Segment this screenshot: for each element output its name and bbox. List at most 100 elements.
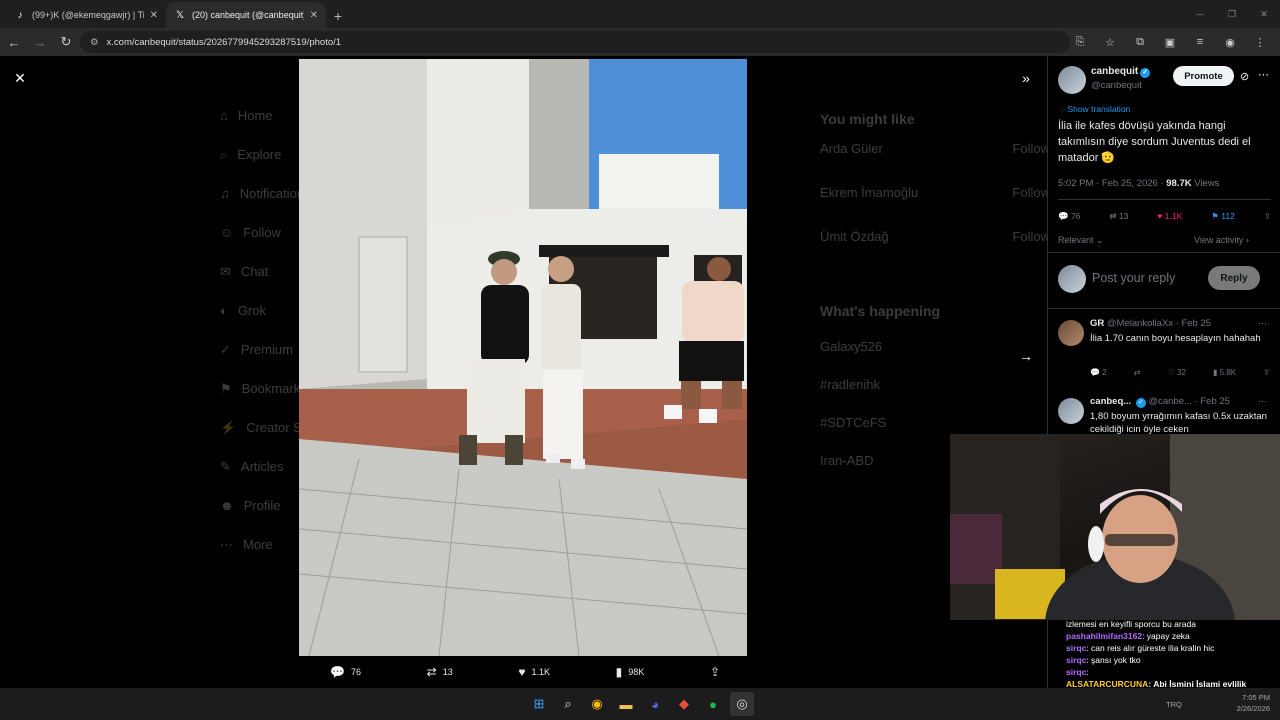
more-options-icon[interactable]: ⋯ [1258, 396, 1267, 407]
close-tab-icon[interactable]: ✕ [150, 10, 158, 21]
reply-stat[interactable]: 💬 2 [1090, 368, 1107, 377]
folder-icon[interactable]: ▬ [614, 692, 638, 716]
promote-button[interactable]: Promote [1173, 66, 1234, 86]
avatar[interactable] [1058, 320, 1084, 346]
repost-stat[interactable]: ⇄ 13 [1109, 211, 1128, 222]
tab-canbequit[interactable]: 𝕏 (20) canbequit (@canbequit) / X ✕ [166, 2, 326, 28]
address-bar[interactable]: ⚙ x.com/canbequit/status/202677994529328… [80, 31, 1070, 53]
toolbar-icons: ⎘ ☆ ⧉ ▣ ≡ ◉ ⋮ [1070, 32, 1270, 52]
share-icon[interactable]: ⇪ [1264, 211, 1271, 222]
install-icon[interactable]: ⎘ [1070, 32, 1090, 52]
extensions-icon[interactable]: ⧉ [1130, 32, 1150, 52]
webcam-illustration [950, 434, 1280, 620]
divider [1058, 199, 1271, 200]
divider [1048, 252, 1280, 253]
next-photo-button[interactable]: → [1016, 346, 1036, 366]
close-tab-icon[interactable]: ✕ [310, 10, 318, 21]
browser-tab-strip: ♪ (99+)K (@ekemeqgawjr) | TikTo ✕ 𝕏 (20)… [0, 0, 1280, 28]
site-info-icon[interactable]: ⚙ [90, 37, 99, 48]
creator-icon: ⚡ [220, 419, 237, 435]
media-control-icon[interactable]: ≡ [1190, 32, 1210, 52]
views-stat[interactable]: ▮ 5.8K [1213, 368, 1236, 377]
tab-tiktok[interactable]: ♪ (99+)K (@ekemeqgawjr) | TikTo ✕ [6, 2, 166, 28]
split-view-icon[interactable]: ▣ [1160, 32, 1180, 52]
reply-stat[interactable]: 💬 76 [1058, 211, 1080, 222]
bookmark-stat[interactable]: ⚑ 112 [1211, 211, 1235, 222]
verified-icon: ✓ [1140, 68, 1151, 78]
taskbar-apps: ⊞ ⌕ ◉ ▬ ◕ ◆ ● ◎ [527, 692, 754, 716]
avatar[interactable] [1058, 398, 1084, 424]
reload-icon[interactable]: ↻ [54, 30, 78, 54]
app-icon[interactable]: ◆ [672, 692, 696, 716]
reply-action[interactable]: 💬 76 [330, 665, 361, 679]
chat-message: sirqc: şansı yok tko [1066, 655, 1141, 665]
obs-icon[interactable]: ◎ [730, 692, 754, 716]
close-media-button[interactable]: ✕ [10, 68, 30, 88]
avatar[interactable] [1058, 66, 1086, 94]
x-icon: 𝕏 [175, 9, 185, 21]
chat-message: ALSATARCURCUNA: Abi İsmini İslami evlili… [1066, 679, 1247, 688]
system-clock[interactable]: 7:05 PM 2/26/2026 [1237, 692, 1270, 714]
forward-icon[interactable]: → [28, 30, 52, 54]
suggestion: Ümit Özdağ Follow [820, 229, 1050, 244]
show-translation-link[interactable]: ◌ Show translation [1060, 104, 1130, 114]
discord-icon[interactable]: ◕ [643, 692, 667, 716]
reply-item[interactable]: GR @MelankoliaXx · Feb 25 ⋯ İlia 1.70 ca… [1058, 318, 1271, 388]
reply-button[interactable]: Reply [1208, 266, 1260, 290]
like-stat[interactable]: ♡ 32 [1168, 368, 1186, 377]
chat-message: sirqc: can reis alır güreste ilia kralin… [1066, 643, 1215, 653]
new-tab-button[interactable]: + [326, 4, 350, 28]
suggestion: Ekrem İmamoğlu Follow [820, 185, 1050, 200]
more-options-icon[interactable]: ⋯ [1258, 318, 1267, 329]
bookmark-star-icon[interactable]: ☆ [1100, 32, 1120, 52]
views-action[interactable]: ▮ 98K [616, 665, 645, 679]
minimize-icon[interactable]: — [1184, 0, 1216, 28]
expand-panel-button[interactable]: » [1016, 68, 1036, 88]
profile-icon: ☻ [220, 498, 234, 513]
stream-chat: izlemesi en keyifli sporcu bu arada pash… [1066, 618, 1280, 688]
spotify-icon[interactable]: ● [701, 692, 725, 716]
tweet-text: İlia ile kafes dövüşü yakında hangi takı… [1058, 120, 1251, 164]
back-icon[interactable]: ← [2, 30, 26, 54]
view-activity-link[interactable]: View activity › [1194, 235, 1249, 245]
language-indicator[interactable]: TRQ [1166, 700, 1182, 709]
webcam-overlay [950, 434, 1280, 620]
tweet-author: canbequit ✓ @canbequit Promote ⊘ ⋯ [1058, 64, 1273, 96]
start-icon[interactable]: ⊞ [527, 692, 551, 716]
reply-actions: 💬 2 ⇄ ♡ 32 ▮ 5.8K ⇪ [1090, 368, 1270, 377]
reply-text: 1,80 boyum yrrağımın kafası 0.5x uzaktan… [1090, 411, 1267, 435]
grok-icon[interactable]: ⊘ [1240, 70, 1249, 83]
person-center [541, 256, 585, 469]
premium-icon: ✓ [220, 341, 231, 357]
repost-action[interactable]: ⇄ 13 [427, 665, 453, 679]
close-window-icon[interactable]: ✕ [1248, 0, 1280, 28]
like-stat[interactable]: ♥ 1.1K [1157, 211, 1182, 222]
author-handle[interactable]: @canbequit [1091, 80, 1142, 91]
reply-icon: 💬 [330, 665, 345, 679]
profile-avatar-icon[interactable]: ◉ [1220, 32, 1240, 52]
repost-icon[interactable]: ⇄ [1134, 368, 1141, 377]
chrome-icon[interactable]: ◉ [585, 692, 609, 716]
tweet-photo[interactable] [299, 59, 747, 656]
author-name[interactable]: canbequit ✓ [1091, 66, 1151, 78]
share-icon[interactable]: ⇪ [1263, 368, 1270, 377]
reply-input[interactable]: Post your reply [1092, 271, 1175, 285]
bookmark-icon: ⚑ [220, 380, 232, 396]
repost-icon: ⇄ [426, 665, 437, 679]
photo-illustration [299, 59, 747, 656]
chat-message: sirqc: [1066, 667, 1089, 677]
like-action[interactable]: ♥ 1.1K [518, 665, 550, 679]
share-action[interactable]: ⇪ [710, 665, 720, 679]
reply-header: GR @MelankoliaXx · Feb 25 [1090, 318, 1212, 329]
tiktok-icon: ♪ [17, 9, 23, 21]
share-icon: ⇪ [709, 665, 720, 679]
window-controls: — ❐ ✕ [1184, 0, 1280, 28]
menu-icon[interactable]: ⋮ [1250, 32, 1270, 52]
tweet-meta: 5:02 PM · Feb 25, 2026 · 98.7K Views [1058, 178, 1220, 189]
restore-icon[interactable]: ❐ [1216, 0, 1248, 28]
search-icon[interactable]: ⌕ [556, 692, 580, 716]
home-icon: ⌂ [220, 108, 228, 123]
happening-title: What's happening [820, 303, 940, 319]
sort-replies-dropdown[interactable]: Relevant ⌄ [1058, 235, 1104, 246]
more-options-icon[interactable]: ⋯ [1258, 68, 1269, 81]
